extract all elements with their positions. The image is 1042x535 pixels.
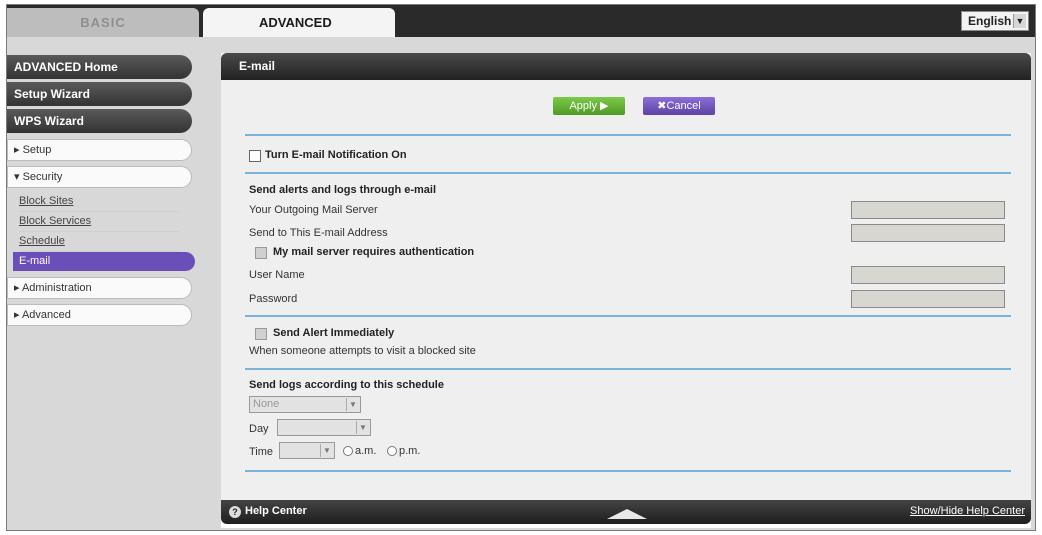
username-input[interactable]: [851, 266, 1005, 284]
sidebar: ADVANCED Home Setup Wizard WPS Wizard ▸ …: [7, 55, 207, 331]
sidebar-item-block-services[interactable]: Block Services: [19, 212, 179, 232]
divider: [245, 134, 1011, 136]
sidebar-item-wps-wizard[interactable]: WPS Wizard: [7, 109, 192, 133]
send-alerts-heading: Send alerts and logs through e-mail: [249, 184, 437, 196]
outgoing-server-input[interactable]: [851, 201, 1005, 219]
schedule-heading: Send logs according to this schedule: [249, 379, 444, 391]
alert-description: When someone attempts to visit a blocked…: [249, 345, 476, 357]
day-label: Day: [249, 423, 269, 435]
pm-label: p.m.: [399, 445, 421, 457]
alert-immediately-label: Send Alert Immediately: [273, 327, 395, 339]
sidebar-item-administration[interactable]: ▸ Administration: [7, 277, 192, 299]
username-label: User Name: [249, 269, 305, 281]
auth-label: My mail server requires authentication: [273, 246, 475, 258]
language-value: English: [968, 14, 1012, 28]
time-select[interactable]: ▼: [279, 442, 335, 459]
email-notification-label: Turn E-mail Notification On: [265, 149, 407, 161]
email-panel: E-mail Apply ▶ ✖Cancel Turn E-mail Notif…: [221, 53, 1031, 528]
email-notification-checkbox[interactable]: [249, 150, 261, 162]
tab-advanced[interactable]: ADVANCED: [203, 8, 395, 37]
language-select[interactable]: English ▼: [961, 11, 1029, 31]
apply-button[interactable]: Apply ▶: [553, 97, 625, 115]
chevron-down-icon: ▼: [356, 421, 369, 434]
chevron-down-icon: ▼: [346, 398, 359, 411]
alert-immediately-checkbox[interactable]: [255, 328, 267, 340]
outgoing-server-label: Your Outgoing Mail Server: [249, 204, 378, 216]
sidebar-item-email[interactable]: E-mail: [13, 252, 195, 271]
cancel-button[interactable]: ✖Cancel: [643, 97, 715, 115]
help-footer: ? Help Center Show/Hide Help Center: [221, 500, 1031, 524]
divider: [245, 470, 1011, 472]
sidebar-item-setup[interactable]: ▸ Setup: [7, 139, 192, 161]
day-select[interactable]: ▼: [277, 419, 371, 436]
sidebar-item-schedule[interactable]: Schedule: [19, 232, 179, 252]
schedule-select-value: None: [253, 398, 280, 410]
am-radio[interactable]: [343, 446, 353, 456]
chevron-down-icon: ▼: [1013, 14, 1026, 28]
security-submenu: Block Sites Block Services Schedule E-ma…: [7, 188, 207, 277]
email-form: Apply ▶ ✖Cancel Turn E-mail Notification…: [221, 80, 1031, 500]
page-title: E-mail: [221, 53, 1031, 80]
pm-radio[interactable]: [387, 446, 397, 456]
auth-checkbox[interactable]: [255, 247, 267, 259]
divider: [245, 315, 1011, 317]
password-label: Password: [249, 293, 298, 305]
am-label: a.m.: [355, 445, 377, 457]
divider: [245, 172, 1011, 174]
sidebar-item-security[interactable]: ▾ Security: [7, 166, 192, 188]
help-icon[interactable]: ?: [229, 506, 241, 518]
top-tab-bar: BASIC ADVANCED English ▼: [7, 5, 1035, 37]
time-label: Time: [249, 446, 274, 458]
sidebar-item-advanced[interactable]: ▸ Advanced: [7, 304, 192, 326]
expand-help-icon[interactable]: [607, 509, 647, 519]
chevron-down-icon: ▼: [320, 444, 333, 457]
tab-basic[interactable]: BASIC: [7, 8, 199, 37]
send-to-label: Send to This E-mail Address: [249, 227, 388, 239]
password-input[interactable]: [851, 290, 1005, 308]
schedule-select[interactable]: None ▼: [249, 396, 361, 413]
sidebar-item-block-sites[interactable]: Block Sites: [19, 192, 179, 212]
divider: [245, 368, 1011, 370]
help-center-link[interactable]: Help Center: [245, 505, 307, 517]
show-hide-help-link[interactable]: Show/Hide Help Center: [910, 505, 1025, 517]
sidebar-item-setup-wizard[interactable]: Setup Wizard: [7, 82, 192, 106]
router-admin-window: BASIC ADVANCED English ▼ ADVANCED Home S…: [6, 4, 1036, 531]
send-to-email-input[interactable]: [851, 224, 1005, 242]
sidebar-item-advanced-home[interactable]: ADVANCED Home: [7, 55, 192, 79]
